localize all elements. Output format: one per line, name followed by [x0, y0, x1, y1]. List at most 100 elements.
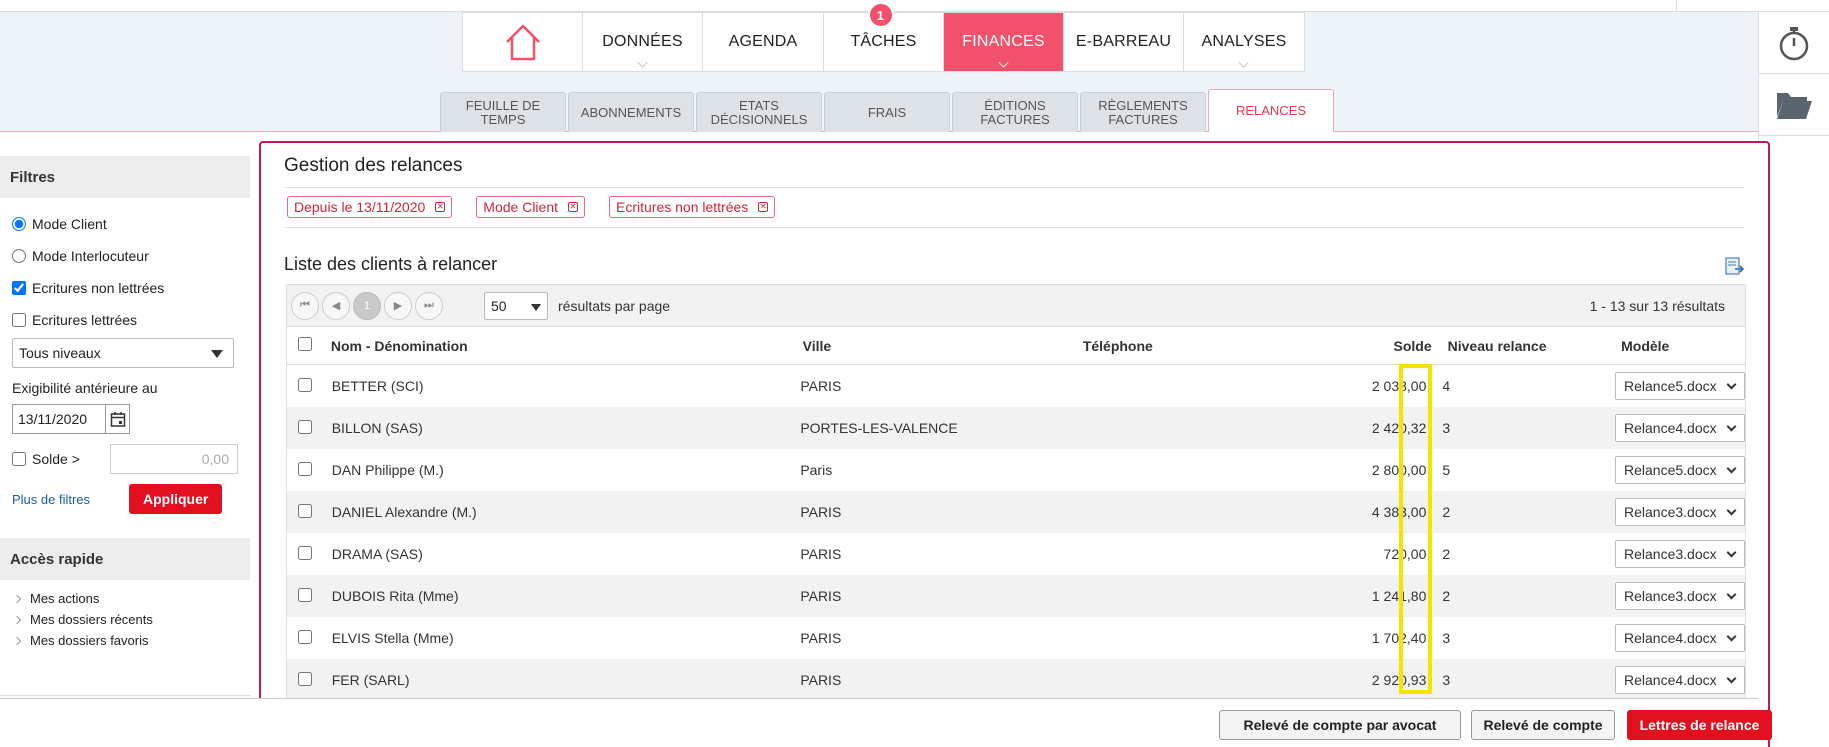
pager: ⏮ ◀ 1 ▶ ⏭ 50 résultats par page 1 - 13 s…: [287, 285, 1745, 327]
modele-select[interactable]: Relance5.docx: [1615, 456, 1746, 484]
releve-de-compte-button[interactable]: Relevé de compte: [1471, 710, 1615, 740]
next-page-button[interactable]: ▶: [384, 291, 412, 320]
mode-interlocuteur-radio[interactable]: [12, 249, 26, 263]
column-header-niveau[interactable]: Niveau relance: [1432, 338, 1621, 354]
select-all-cell: [287, 337, 322, 354]
tab-editions-factures[interactable]: ÉDITIONS FACTURES: [952, 92, 1078, 132]
niveau-select[interactable]: Tous niveaux: [12, 338, 234, 368]
row-checkbox[interactable]: [298, 545, 312, 560]
quick-link-dossiers-recents[interactable]: Mes dossiers récents: [0, 609, 250, 630]
lettrees-option[interactable]: Ecritures lettrées: [0, 304, 250, 336]
divider: [284, 227, 1744, 228]
current-page[interactable]: 1: [353, 291, 381, 320]
row-checkbox[interactable]: [298, 461, 312, 476]
row-select-cell: [287, 545, 322, 563]
tab-abonnements[interactable]: ABONNEMENTS: [568, 92, 694, 132]
column-header-solde[interactable]: Solde: [1273, 338, 1432, 354]
releve-par-avocat-button[interactable]: Relevé de compte par avocat: [1219, 710, 1461, 740]
lettres-de-relance-button[interactable]: Lettres de relance: [1627, 710, 1772, 740]
modele-select[interactable]: Relance4.docx: [1615, 414, 1746, 442]
list-title: Liste des clients à relancer: [284, 254, 498, 274]
caret-down-icon: [211, 350, 223, 358]
close-icon[interactable]: ✕: [568, 202, 578, 212]
non-lettrees-checkbox[interactable]: [12, 281, 26, 295]
row-checkbox[interactable]: [298, 587, 312, 602]
row-checkbox[interactable]: [298, 377, 312, 392]
quick-access-title: Accès rapide: [0, 538, 250, 580]
column-header-telephone[interactable]: Téléphone: [1083, 338, 1274, 354]
nav-home[interactable]: [463, 13, 583, 71]
close-icon[interactable]: ✕: [758, 202, 769, 212]
apply-button[interactable]: Appliquer: [129, 484, 223, 514]
cell-niveau: 3: [1442, 630, 1451, 646]
modele-select[interactable]: Relance5.docx: [1615, 372, 1746, 400]
last-page-button[interactable]: ⏭: [415, 291, 443, 320]
calendar-icon: [110, 412, 125, 427]
cell-modele: Relance4.docx: [1615, 666, 1746, 694]
nav-finances[interactable]: FINANCES: [944, 13, 1064, 71]
calendar-button[interactable]: [105, 405, 129, 433]
mode-client-option[interactable]: Mode Client: [0, 208, 250, 240]
cell-nom: FER (SARL): [331, 672, 410, 688]
column-header-ville[interactable]: Ville: [803, 338, 1083, 354]
table-row: ELVIS Stella (Mme) PARIS 1 702,40 3 Rela…: [287, 617, 1746, 659]
mode-client-radio[interactable]: [12, 217, 26, 231]
nav-label: TÂCHES: [850, 33, 917, 50]
table-row: DAN Philippe (M.) Paris 2 800,00 5 Relan…: [287, 449, 1746, 491]
solde-input[interactable]: 0,00: [110, 444, 238, 474]
cell-ville: PARIS: [800, 630, 842, 646]
row-checkbox[interactable]: [298, 671, 312, 686]
nav-label: E-BARREAU: [1075, 33, 1172, 50]
cell-nom: DAN Philippe (M.): [331, 462, 444, 478]
nav-donnees[interactable]: DONNÉES: [583, 13, 703, 71]
option-label: Mode Client: [32, 216, 107, 232]
cell-ville: PORTES-LES-VALENCE: [800, 420, 958, 436]
modele-value: Relance3.docx: [1624, 546, 1717, 562]
nav-taches[interactable]: 1 TÂCHES: [824, 2, 944, 71]
modele-select[interactable]: Relance4.docx: [1615, 666, 1746, 694]
nav-e-barreau[interactable]: E-BARREAU: [1064, 13, 1184, 71]
cell-solde: 1 702,40: [1371, 630, 1427, 646]
column-header-modele[interactable]: Modèle: [1621, 338, 1745, 354]
tab-reglements-factures[interactable]: RÈGLEMENTS FACTURES: [1080, 92, 1206, 132]
modele-value: Relance5.docx: [1624, 378, 1717, 394]
tab-relances[interactable]: RELANCES: [1208, 89, 1334, 132]
close-icon[interactable]: ✕: [435, 202, 446, 212]
modele-select[interactable]: Relance3.docx: [1615, 582, 1746, 610]
date-field[interactable]: 13/11/2020: [12, 404, 130, 434]
prev-page-button[interactable]: ◀: [322, 291, 350, 320]
chevron-down-icon: [1726, 673, 1737, 684]
more-filters-link[interactable]: Plus de filtres: [12, 492, 129, 507]
modele-select[interactable]: Relance3.docx: [1615, 540, 1746, 568]
folders-button[interactable]: [1759, 74, 1829, 136]
column-header-nom[interactable]: Nom - Dénomination: [322, 338, 803, 354]
select-all-checkbox[interactable]: [298, 337, 312, 351]
row-checkbox[interactable]: [298, 629, 312, 644]
chevron-right-icon: [12, 594, 22, 603]
tab-frais[interactable]: FRAIS: [824, 92, 950, 132]
lettrees-checkbox[interactable]: [12, 313, 26, 327]
row-select-cell: [287, 587, 322, 605]
timer-button[interactable]: [1759, 12, 1829, 74]
tab-feuille-de-temps[interactable]: FEUILLE DE TEMPS: [440, 92, 566, 132]
tab-etats-decisionnels[interactable]: ETATS DÉCISIONNELS: [696, 92, 822, 132]
nav-analyses[interactable]: ANALYSES: [1184, 13, 1304, 71]
mode-interlocuteur-option[interactable]: Mode Interlocuteur: [0, 240, 250, 272]
first-page-button[interactable]: ⏮: [291, 291, 319, 320]
solde-checkbox[interactable]: [12, 452, 26, 466]
non-lettrees-option[interactable]: Ecritures non lettrées: [0, 272, 250, 304]
cell-nom: BILLON (SAS): [331, 420, 423, 436]
modele-select[interactable]: Relance3.docx: [1615, 498, 1746, 526]
quick-link-mes-actions[interactable]: Mes actions: [0, 588, 250, 609]
export-icon[interactable]: [1725, 257, 1745, 275]
modele-select[interactable]: Relance4.docx: [1615, 624, 1746, 652]
row-checkbox[interactable]: [298, 419, 312, 434]
quick-link-label: Mes actions: [30, 591, 100, 606]
home-icon: [505, 24, 540, 61]
row-select-cell: [287, 671, 322, 689]
per-page-select[interactable]: 50: [484, 291, 548, 320]
row-checkbox[interactable]: [298, 503, 312, 518]
quick-link-dossiers-favoris[interactable]: Mes dossiers favoris: [0, 630, 250, 651]
nav-agenda[interactable]: AGENDA: [703, 13, 824, 71]
